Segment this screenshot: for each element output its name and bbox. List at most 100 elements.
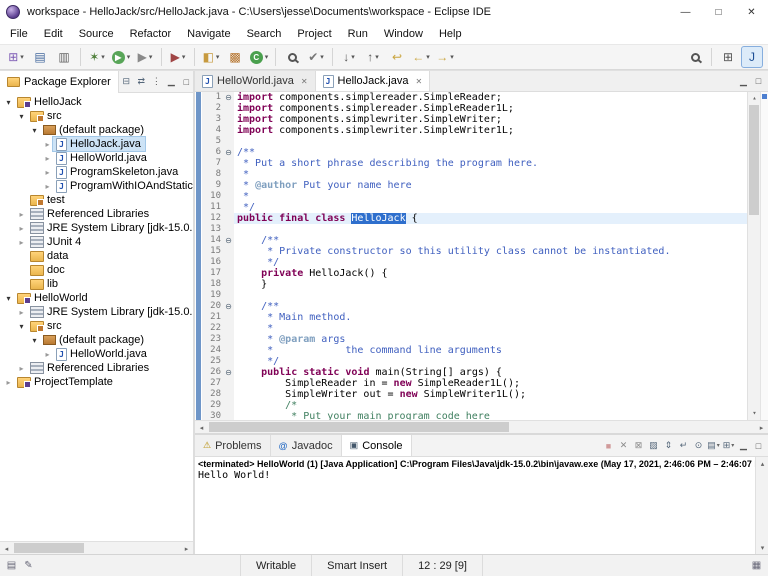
console-remove-launch-button[interactable]: ✕ <box>617 438 630 454</box>
code-line-17[interactable]: 17 private HelloJack() { <box>202 268 747 279</box>
code-line-18[interactable]: 18 } <box>202 279 747 290</box>
tree-item-helloworld-java[interactable]: ▸ J HelloWorld.java <box>0 151 193 165</box>
toolbar-open-perspective-button[interactable]: ⊞ <box>717 46 739 68</box>
menu-run[interactable]: Run <box>340 26 376 42</box>
tree-item-lib[interactable]: lib <box>0 277 193 291</box>
code-line-15[interactable]: 15 * Private constructor so this utility… <box>202 246 747 257</box>
explorer-collapse-all-button[interactable]: ⊟ <box>120 74 133 90</box>
tree-item-default-package[interactable]: ▾ (default package) <box>0 123 193 137</box>
toolbar-new-package-button[interactable]: ▩ <box>224 46 246 68</box>
toolbar-open-task-button[interactable]: ✔ ▾ <box>305 46 327 68</box>
code-line-8[interactable]: 8 * <box>202 169 747 180</box>
tree-item-default-package[interactable]: ▾ (default package) <box>0 333 193 347</box>
tree-item-referenced-libraries[interactable]: ▸ Referenced Libraries <box>0 207 193 221</box>
dropdown-arrow-icon[interactable]: ▾ <box>450 53 454 61</box>
code-line-20[interactable]: 20 ⊖ /** <box>202 301 747 312</box>
close-tab-icon[interactable]: ✕ <box>301 77 308 86</box>
console-word-wrap-button[interactable]: ↵ <box>677 438 690 454</box>
tree-item-referenced-libraries[interactable]: ▸ Referenced Libraries <box>0 361 193 375</box>
code-line-25[interactable]: 25 */ <box>202 356 747 367</box>
expand-arrow-icon[interactable]: ▸ <box>16 238 27 247</box>
dropdown-arrow-icon[interactable]: ▾ <box>101 53 105 61</box>
code-line-16[interactable]: 16 */ <box>202 257 747 268</box>
console-body[interactable]: <terminated> HelloWorld (1) [Java Applic… <box>195 457 768 554</box>
dropdown-arrow-icon[interactable]: ▾ <box>426 53 430 61</box>
code-line-23[interactable]: 23 * @param args <box>202 334 747 345</box>
scrollbar-thumb[interactable] <box>749 105 759 215</box>
dropdown-arrow-icon[interactable]: ▾ <box>127 53 131 61</box>
explorer-view-menu-button[interactable]: ⋮ <box>150 74 163 90</box>
editor-tab-helloworld-java[interactable]: J HelloWorld.java ✕ <box>195 71 316 91</box>
code-line-30[interactable]: 30 * Put your main program code here <box>202 411 747 420</box>
toolbar-back-button[interactable]: ← ▾ <box>410 46 432 68</box>
code-lines[interactable]: 1 ⊖ import components.simplereader.SimpleR… <box>202 92 747 420</box>
collapse-arrow-icon[interactable]: ▾ <box>29 126 40 135</box>
toolbar-run-button[interactable]: ▶ ▾ <box>110 46 132 68</box>
fold-collapse-icon[interactable]: ⊖ <box>223 235 234 246</box>
code-line-22[interactable]: 22 * <box>202 323 747 334</box>
menu-file[interactable]: File <box>2 26 36 42</box>
scroll-down-icon[interactable] <box>756 541 768 554</box>
collapse-arrow-icon[interactable]: ▾ <box>3 294 14 303</box>
code-line-27[interactable]: 27 SimpleReader in = new SimpleReader1L(… <box>202 378 747 389</box>
progress-monitor-icon[interactable]: ▦ <box>748 560 765 571</box>
dropdown-arrow-icon[interactable]: ▾ <box>149 53 153 61</box>
tree-item-jre-system-library-jdk-15-0-2[interactable]: ▸ JRE System Library [jdk-15.0.2] <box>0 305 193 319</box>
tree-item-programwithioandstaticmetho[interactable]: ▸JProgramWithIOAndStaticMetho <box>0 179 193 193</box>
code-line-6[interactable]: 6 ⊖/** <box>202 147 747 158</box>
fold-collapse-icon[interactable]: ⊖ <box>223 147 234 158</box>
scroll-left-icon[interactable] <box>0 542 13 555</box>
editor-tab-hellojack-java[interactable]: J HelloJack.java ✕ <box>315 71 431 91</box>
expand-arrow-icon[interactable]: ▸ <box>42 154 53 163</box>
toolbar-last-edit-location-button[interactable]: ↩ <box>386 46 408 68</box>
code-line-21[interactable]: 21 * Main method. <box>202 312 747 323</box>
console-pin-console-button[interactable]: ⊙ <box>692 438 705 454</box>
expand-arrow-icon[interactable]: ▸ <box>16 308 27 317</box>
minimize-button[interactable]: — <box>669 0 702 24</box>
code-line-14[interactable]: 14 ⊖ /** <box>202 235 747 246</box>
code-line-19[interactable]: 19 <box>202 290 747 301</box>
console-remove-all-launches-button[interactable]: ⊠ <box>632 438 645 454</box>
tab-console[interactable]: ▣ Console <box>341 435 412 456</box>
scroll-right-icon[interactable] <box>755 421 768 434</box>
code-line-2[interactable]: 2 import components.simplereader.SimpleRe… <box>202 103 747 114</box>
dropdown-arrow-icon[interactable]: ▾ <box>216 53 220 61</box>
maximize-button[interactable]: □ <box>702 0 735 24</box>
code-line-10[interactable]: 10 * <box>202 191 747 202</box>
menu-project[interactable]: Project <box>289 26 339 42</box>
code-line-4[interactable]: 4 import components.simplewriter.SimpleWr… <box>202 125 747 136</box>
toolbar-new-class-button[interactable]: C ▾ <box>248 46 270 68</box>
toolbar-print-button[interactable]: ▥ <box>53 46 75 68</box>
fold-collapse-icon[interactable]: ⊖ <box>223 367 234 378</box>
code-line-7[interactable]: 7 * Put a short phrase describing the pr… <box>202 158 747 169</box>
toolbar-external-tools-button[interactable]: ▶ ▾ <box>134 46 156 68</box>
collapse-arrow-icon[interactable]: ▾ <box>29 336 40 345</box>
expand-arrow-icon[interactable]: ▸ <box>42 140 53 149</box>
menu-edit[interactable]: Edit <box>36 26 71 42</box>
tree-item-helloworld[interactable]: ▾ HelloWorld <box>0 291 193 305</box>
tree-item-jre-system-library-jdk-15-0-2[interactable]: ▸ JRE System Library [jdk-15.0.2] <box>0 221 193 235</box>
tree-item-src[interactable]: ▾ src <box>0 109 193 123</box>
scrollbar-thumb[interactable] <box>209 422 509 432</box>
explorer-link-with-editor-button[interactable]: ⇄ <box>135 74 148 90</box>
tree-item-hellojack[interactable]: ▾ HelloJack <box>0 95 193 109</box>
editor-minimize-view-button[interactable]: ▁ <box>737 73 750 89</box>
dropdown-arrow-icon[interactable]: ▾ <box>320 53 324 61</box>
code-line-3[interactable]: 3 import components.simplewriter.SimpleWr… <box>202 114 747 125</box>
toolbar-search-flashlight-button[interactable] <box>281 46 303 68</box>
tab-javadoc[interactable]: @ Javadoc <box>270 435 342 456</box>
expand-arrow-icon[interactable]: ▸ <box>16 210 27 219</box>
tree-item-data[interactable]: data <box>0 249 193 263</box>
console-clear-console-button[interactable]: ▨ <box>647 438 660 454</box>
expand-arrow-icon[interactable]: ▸ <box>42 350 53 359</box>
toolbar-next-annotation-button[interactable]: ↓ ▾ <box>338 46 360 68</box>
menu-search[interactable]: Search <box>239 26 290 42</box>
collapse-arrow-icon[interactable]: ▾ <box>3 98 14 107</box>
dropdown-arrow-icon[interactable]: ▾ <box>351 53 355 61</box>
toolbar-new-java-project-button[interactable]: ◧ ▾ <box>200 46 222 68</box>
console-open-console-button[interactable]: ⊞ ▾ <box>722 438 735 454</box>
code-line-5[interactable]: 5 <box>202 136 747 147</box>
console-vscrollbar[interactable] <box>755 457 768 554</box>
editor-hscrollbar[interactable] <box>195 420 768 433</box>
expand-arrow-icon[interactable]: ▸ <box>42 182 53 191</box>
